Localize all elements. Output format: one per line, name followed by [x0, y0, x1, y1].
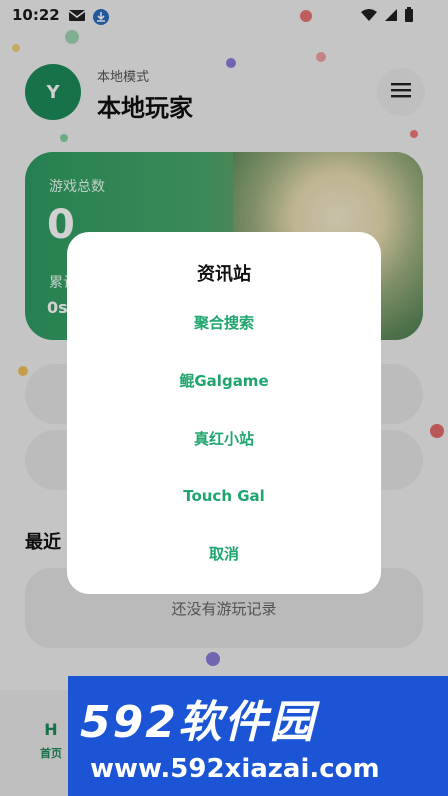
watermark-banner: 592软件园 www.592xiazai.com	[68, 676, 448, 796]
option-aggregate-search[interactable]: 聚合搜索	[67, 312, 381, 333]
option-kun-galgame[interactable]: 鲲Galgame	[67, 370, 381, 391]
watermark-url: www.592xiazai.com	[90, 754, 380, 784]
option-zhenhong-site[interactable]: 真红小站	[67, 428, 381, 449]
dialog-title: 资讯站	[197, 264, 251, 285]
news-site-dialog: 资讯站 聚合搜索 鲲Galgame 真红小站 Touch Gal 取消	[67, 232, 381, 594]
cancel-button[interactable]: 取消	[67, 543, 381, 564]
option-touch-gal[interactable]: Touch Gal	[67, 487, 381, 505]
watermark-brand: 592软件园	[80, 697, 316, 748]
